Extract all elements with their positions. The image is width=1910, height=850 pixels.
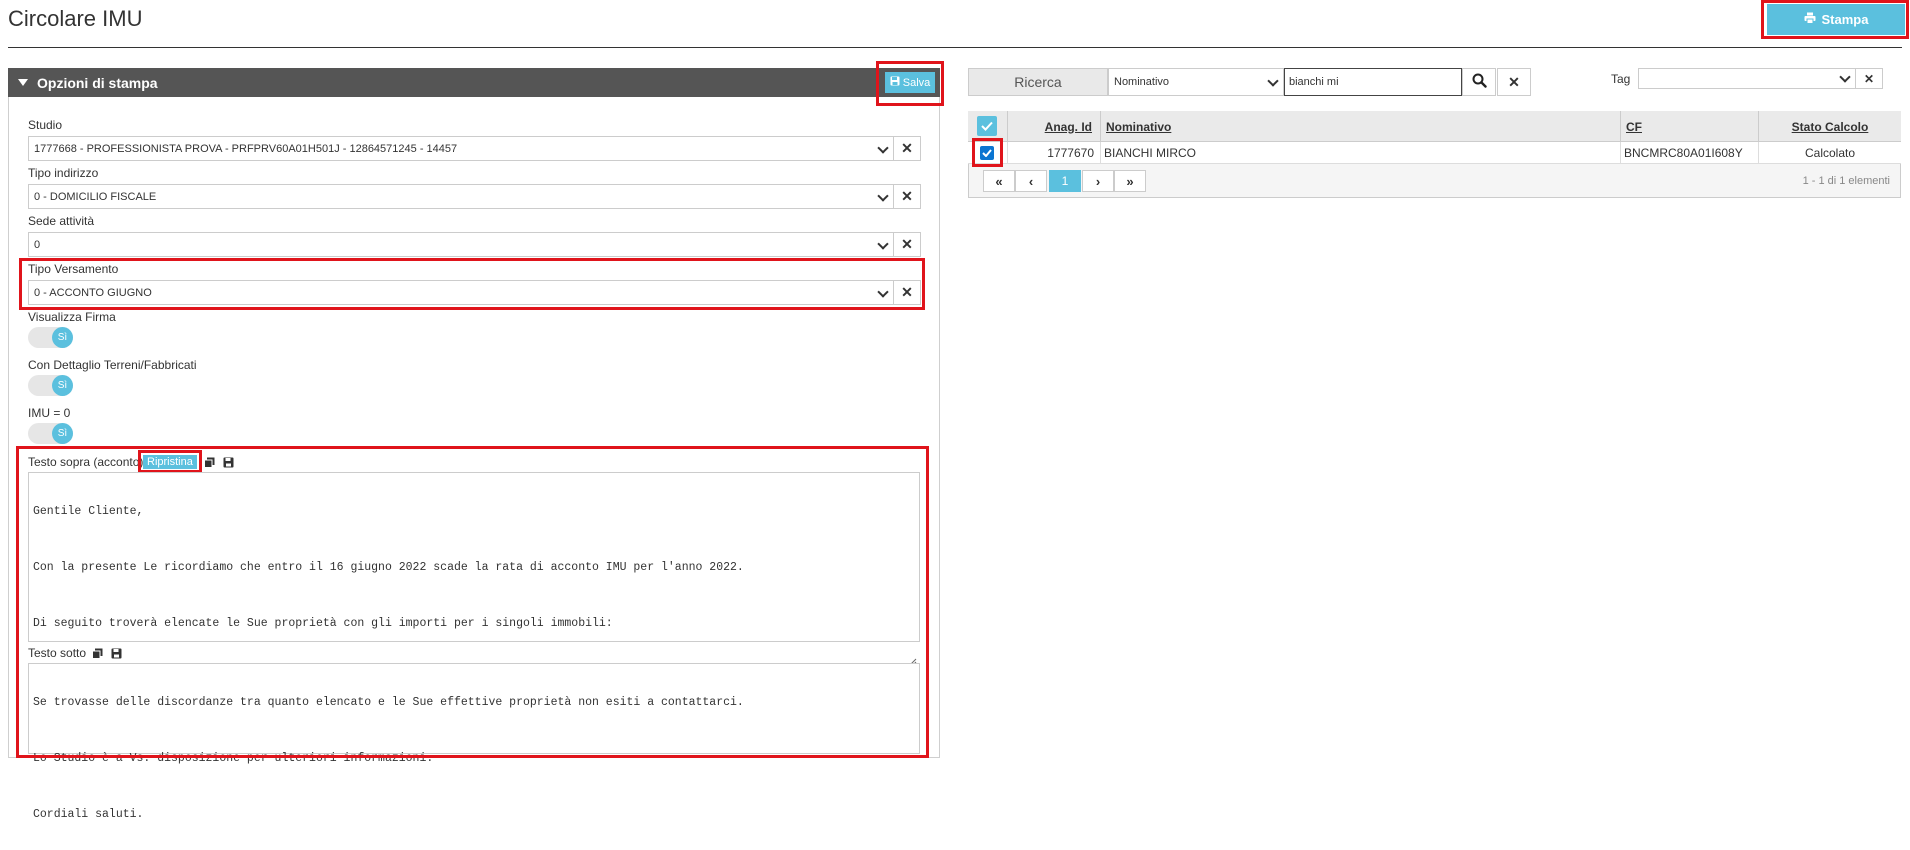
payment-type-value: 0 - ACCONTO GIUGNO — [34, 286, 152, 299]
address-type-label: Tipo indirizzo — [28, 166, 99, 180]
land-detail-label: Con Dettaglio Terreni/Fabbricati — [28, 358, 197, 372]
chevron-down-icon — [877, 190, 889, 202]
studio-select[interactable]: 1777668 - PROFESSIONISTA PROVA - PRFPRV6… — [28, 136, 894, 161]
payment-type-select[interactable]: 0 - ACCONTO GIUGNO — [28, 280, 894, 305]
chevron-down-icon — [1839, 71, 1851, 83]
search-field-value: Nominativo — [1114, 76, 1170, 88]
imu-zero-toggle[interactable]: Sì — [28, 423, 73, 444]
pager-next-button[interactable]: › — [1082, 170, 1114, 192]
text-below-textarea[interactable]: Se trovasse delle discordanze tra quanto… — [28, 663, 920, 821]
cell-cf: BNCMRC80A01I608Y — [1620, 142, 1758, 164]
address-type-clear-button[interactable]: ✕ — [893, 184, 921, 209]
close-icon: ✕ — [901, 236, 913, 252]
print-button[interactable]: Stampa — [1767, 4, 1905, 35]
search-button[interactable] — [1462, 68, 1496, 96]
close-icon: ✕ — [1508, 73, 1520, 90]
pager-first-button[interactable]: « — [983, 170, 1015, 192]
text-above-line: Di seguito troverà elencate le Sue propr… — [33, 617, 613, 630]
print-options-title: Opzioni di stampa — [37, 74, 158, 91]
row-checkbox[interactable] — [980, 146, 994, 160]
copy-icon[interactable] — [203, 456, 215, 468]
chevron-down-icon — [877, 238, 889, 250]
restore-button[interactable]: Ripristina — [143, 455, 197, 469]
text-above-line: Gentile Cliente, — [33, 505, 144, 518]
copy-icon[interactable] — [91, 647, 103, 659]
cell-stato: Calcolato — [1758, 142, 1901, 164]
floppy-icon[interactable] — [222, 456, 234, 468]
text-above-line: Con la presente Le ricordiamo che entro … — [33, 561, 744, 574]
resize-grip-icon[interactable] — [907, 629, 917, 667]
search-label: Ricerca — [968, 68, 1108, 96]
studio-clear-button[interactable]: ✕ — [893, 136, 921, 161]
select-all-checkbox[interactable] — [977, 116, 997, 136]
text-below-label: Testo sotto — [28, 646, 87, 660]
pager-last-button[interactable]: » — [1114, 170, 1146, 192]
column-header-anag-id[interactable]: Anag. Id — [1007, 111, 1100, 142]
printer-icon — [1804, 12, 1816, 27]
toggle-knob: Sì — [52, 327, 73, 348]
close-icon: ✕ — [1863, 71, 1875, 86]
text-above-label: Testo sopra (acconto) — [28, 455, 144, 469]
page-title: Circolare IMU — [8, 6, 143, 31]
text-below-line: Se trovasse delle discordanze tra quanto… — [33, 696, 744, 709]
cell-anag-id: 1777670 — [1007, 142, 1100, 164]
search-input[interactable]: bianchi mi — [1284, 68, 1462, 96]
site-clear-button[interactable]: ✕ — [893, 232, 921, 257]
site-value: 0 — [34, 238, 41, 251]
floppy-icon[interactable] — [110, 647, 122, 659]
land-detail-toggle[interactable]: Sì — [28, 375, 73, 396]
save-button[interactable]: Salva — [885, 72, 935, 93]
column-header-nominativo[interactable]: Nominativo — [1100, 111, 1620, 142]
search-field-select[interactable]: Nominativo — [1108, 68, 1284, 96]
print-options-header[interactable]: Opzioni di stampa — [8, 68, 940, 97]
column-header-cf[interactable]: CF — [1620, 111, 1758, 142]
close-icon: ✕ — [901, 140, 913, 156]
studio-label: Studio — [28, 118, 63, 132]
floppy-icon — [890, 76, 900, 89]
save-button-label: Salva — [902, 76, 931, 89]
tag-select[interactable] — [1638, 68, 1856, 89]
tag-label: Tag — [1611, 72, 1631, 86]
text-below-line: Lo Studio è a Vs. disposizione per ulter… — [33, 752, 434, 765]
payment-type-clear-button[interactable]: ✕ — [893, 280, 921, 305]
address-type-select[interactable]: 0 - DOMICILIO FISCALE — [28, 184, 894, 209]
studio-value: 1777668 - PROFESSIONISTA PROVA - PRFPRV6… — [34, 142, 458, 155]
print-button-label: Stampa — [1821, 12, 1869, 27]
show-signature-toggle[interactable]: Sì — [28, 327, 73, 348]
imu-zero-label: IMU = 0 — [28, 406, 71, 420]
cell-nominativo: BIANCHI MIRCO — [1100, 142, 1620, 164]
search-input-value: bianchi mi — [1289, 76, 1339, 88]
column-header-stato[interactable]: Stato Calcolo — [1758, 111, 1901, 142]
search-clear-button[interactable]: ✕ — [1497, 68, 1531, 96]
close-icon: ✕ — [901, 188, 913, 204]
toggle-knob: Sì — [52, 423, 73, 444]
chevron-down-icon — [877, 142, 889, 154]
show-signature-label: Visualizza Firma — [28, 310, 116, 324]
chevron-down-icon — [877, 286, 889, 298]
text-above-textarea[interactable]: Gentile Cliente, Con la presente Le rico… — [28, 472, 920, 667]
tag-clear-button[interactable]: ✕ — [1855, 68, 1883, 89]
site-label: Sede attività — [28, 214, 95, 228]
site-select[interactable]: 0 — [28, 232, 894, 257]
chevron-down-icon — [1267, 75, 1279, 87]
payment-type-label: Tipo Versamento — [28, 262, 119, 276]
pager-page-button[interactable]: 1 — [1049, 170, 1081, 192]
header-divider — [8, 47, 1902, 48]
toggle-knob: Sì — [52, 375, 73, 396]
search-icon — [1472, 73, 1487, 91]
pager-info: 1 - 1 di 1 elementi — [1802, 175, 1890, 187]
caret-down-icon — [18, 79, 28, 86]
close-icon: ✕ — [901, 284, 913, 300]
text-below-line: Cordiali saluti. — [33, 808, 144, 821]
address-type-value: 0 - DOMICILIO FISCALE — [34, 190, 157, 203]
pager-prev-button[interactable]: ‹ — [1015, 170, 1047, 192]
